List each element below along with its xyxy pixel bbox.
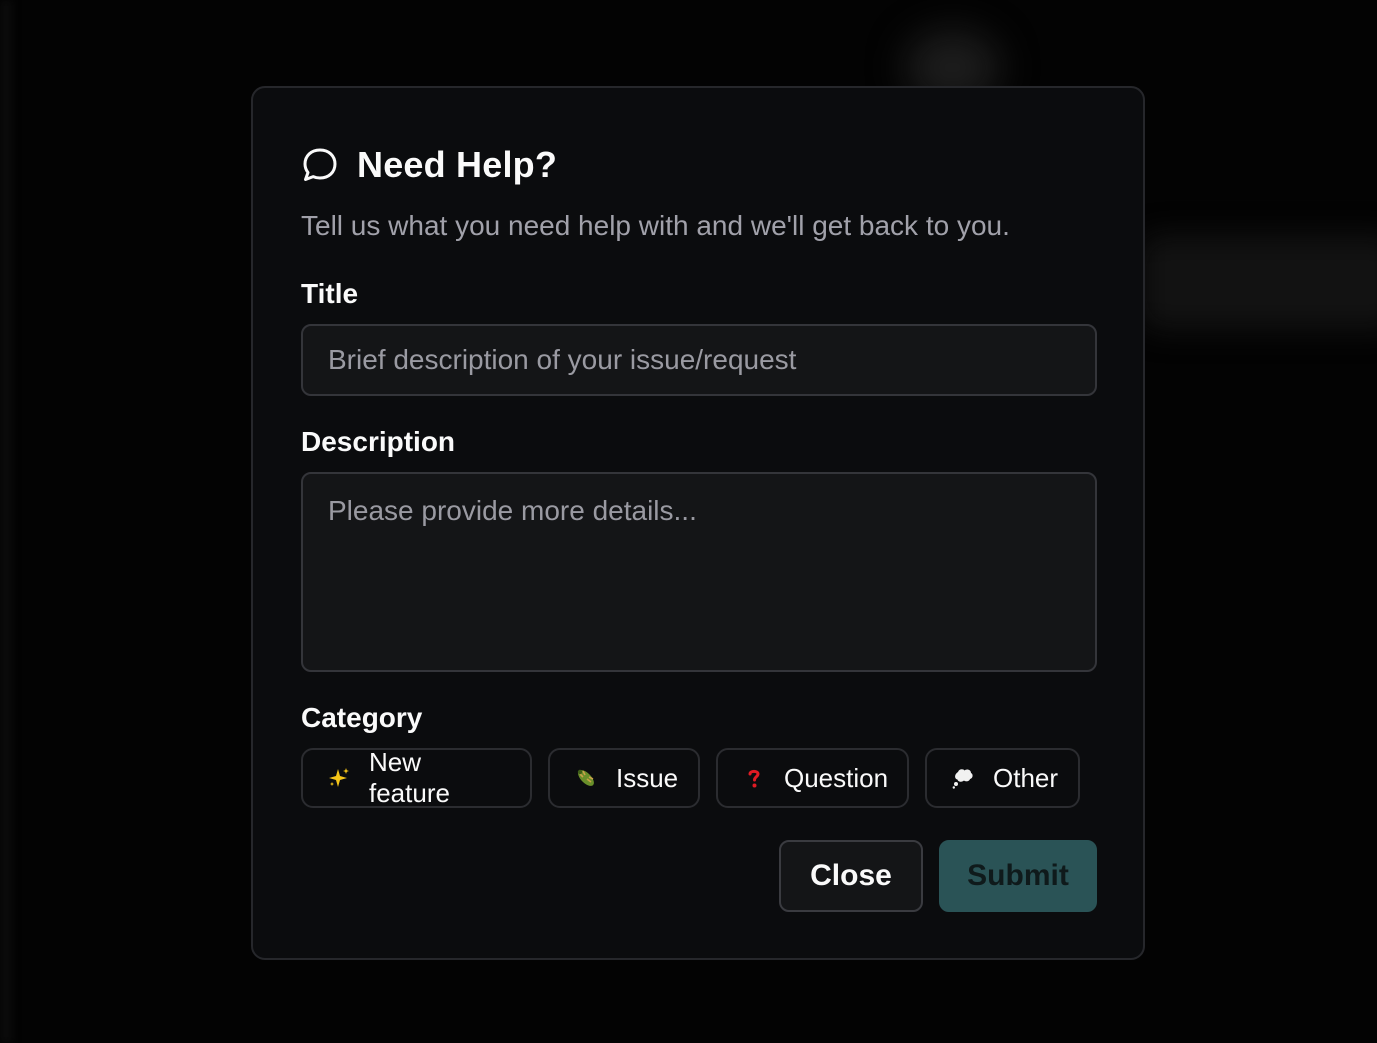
blurred-shape <box>1140 235 1377 330</box>
help-dialog: Need Help? Tell us what you need help wi… <box>251 86 1145 960</box>
category-issue-button[interactable]: Issue <box>548 748 700 808</box>
description-textarea[interactable] <box>301 472 1097 672</box>
category-other-button[interactable]: Other <box>925 748 1080 808</box>
dialog-subtitle: Tell us what you need help with and we'l… <box>301 210 1010 241</box>
category-label-text: Question <box>784 762 889 793</box>
close-button[interactable]: Close <box>779 840 923 912</box>
dialog-title: Need Help? <box>357 144 558 185</box>
title-label: Title <box>301 278 359 309</box>
description-label: Description <box>301 426 456 457</box>
category-new-feature-button[interactable]: New feature <box>301 747 532 808</box>
bug-icon <box>574 766 598 790</box>
category-label-text: Other <box>993 762 1059 793</box>
question-mark-icon <box>742 766 766 790</box>
category-options: New feature Issue Question Other <box>301 747 1080 808</box>
category-label-text: Issue <box>616 762 679 793</box>
chat-bubble-icon <box>301 146 339 184</box>
category-question-button[interactable]: Question <box>716 748 909 808</box>
thought-bubble-icon <box>951 766 975 790</box>
category-label-text: New feature <box>369 747 450 808</box>
blurred-shape <box>0 0 12 1043</box>
title-input[interactable] <box>301 324 1097 396</box>
dialog-header: Need Help? <box>301 144 557 186</box>
submit-button[interactable]: Submit <box>939 840 1097 912</box>
sparkles-icon <box>327 766 351 790</box>
category-label: Category <box>301 702 423 733</box>
